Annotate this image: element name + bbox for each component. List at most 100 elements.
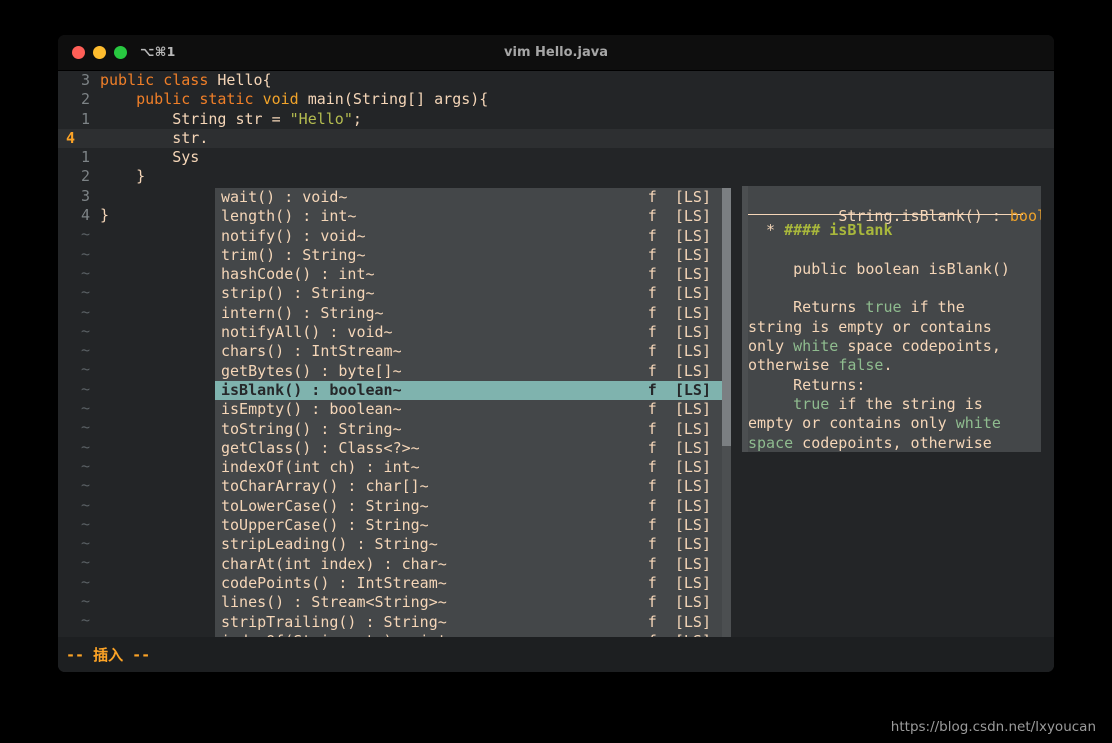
completion-item-label: intern() : String~	[221, 303, 384, 322]
completion-item-label: getBytes() : byte[]~	[221, 361, 402, 380]
completion-item[interactable]: notify() : void~ f [LS]	[215, 227, 731, 246]
completion-item-label: toString() : String~	[221, 419, 402, 438]
code-token: "Hello"	[289, 109, 353, 128]
doc-line	[748, 279, 1041, 298]
code-token: str.	[100, 128, 209, 147]
completion-item-label: chars() : IntStream~	[221, 342, 402, 361]
completion-item[interactable]: notifyAll() : void~ f [LS]	[215, 323, 731, 342]
line-number: 1	[80, 109, 90, 128]
completion-item-label: toLowerCase() : String~	[221, 496, 429, 515]
line-number: 1	[80, 148, 90, 167]
tilde-marker: ~	[80, 534, 90, 553]
terminal-body[interactable]: 3 public class Hello{2 public static void…	[58, 71, 1054, 672]
tilde-marker: ~	[80, 456, 90, 475]
tilde-marker: ~	[80, 418, 90, 437]
tilde-marker: ~	[80, 244, 90, 263]
doc-line: public boolean isBlank()	[748, 260, 1041, 279]
completion-item[interactable]: isBlank() : boolean~ f [LS]	[215, 380, 731, 401]
completion-scrollbar[interactable]	[722, 188, 731, 672]
terminal-window: ⌥⌘1 vim Hello.java 3 public class Hello{2…	[58, 35, 1054, 672]
completion-item[interactable]: toLowerCase() : String~ f [LS]	[215, 497, 731, 516]
completion-item-kind: f [LS]	[647, 323, 711, 342]
completion-item-label: lines() : Stream<String>~	[221, 593, 447, 612]
tilde-marker: ~	[80, 263, 90, 282]
completion-item-label: stripTrailing() : String~	[221, 612, 447, 631]
completion-item[interactable]: codePoints() : IntStream~ f [LS]	[215, 574, 731, 593]
completion-item-kind: f [LS]	[647, 188, 711, 206]
completion-item-label: notifyAll() : void~	[221, 323, 393, 342]
completion-item[interactable]: trim() : String~ f [LS]	[215, 246, 731, 265]
completion-item-kind: f [LS]	[647, 342, 711, 361]
completion-item-label: notify() : void~	[221, 226, 366, 245]
completion-item[interactable]: isEmpty() : boolean~ f [LS]	[215, 400, 731, 419]
doc-token: Returns	[748, 298, 866, 317]
doc-token: Returns:	[748, 375, 866, 394]
completion-item-label: indexOf(int ch) : int~	[221, 458, 420, 477]
completion-item[interactable]: toCharArray() : char[]~ f [LS]	[215, 477, 731, 496]
completion-item-label: charAt(int index) : char~	[221, 554, 447, 573]
doc-token: empty or contains only	[748, 414, 956, 433]
code-token: Hello{	[217, 71, 272, 89]
completion-item-kind: f [LS]	[647, 245, 711, 264]
completion-item-label: wait() : void~	[221, 188, 348, 206]
completion-item[interactable]: strip() : String~ f [LS]	[215, 284, 731, 303]
tilde-marker: ~	[80, 321, 90, 340]
completion-item-kind: f [LS]	[647, 226, 711, 245]
completion-item[interactable]: chars() : IntStream~ f [LS]	[215, 342, 731, 361]
completion-item[interactable]: toString() : String~ f [LS]	[215, 420, 731, 439]
completion-item[interactable]: getClass() : Class<?>~ f [LS]	[215, 439, 731, 458]
completion-item-kind: f [LS]	[647, 303, 711, 322]
code-token: void	[262, 90, 308, 109]
doc-token: space	[748, 433, 794, 452]
doc-line: only white space codepoints,	[748, 337, 1041, 356]
completion-item-label: isEmpty() : boolean~	[221, 400, 402, 419]
line-number: 4	[80, 206, 90, 225]
tilde-marker: ~	[80, 437, 90, 456]
completion-item[interactable]: charAt(int index) : char~ f [LS]	[215, 555, 731, 574]
completion-scrollbar-thumb[interactable]	[722, 188, 731, 446]
completion-item[interactable]: getBytes() : byte[]~ f [LS]	[215, 362, 731, 381]
tilde-marker: ~	[80, 514, 90, 533]
completion-item[interactable]: toUpperCase() : String~ f [LS]	[215, 516, 731, 535]
doc-token: public boolean isBlank()	[748, 259, 1010, 278]
completion-item-kind: f [LS]	[647, 458, 711, 477]
completion-item-kind: f [LS]	[647, 400, 711, 419]
tilde-marker: ~	[80, 225, 90, 244]
tilde-marker: ~	[80, 341, 90, 360]
completion-popup[interactable]: wait() : void~ f [LS] length() : int~ f [LS…	[215, 188, 731, 672]
doc-token: true	[793, 394, 830, 413]
completion-item[interactable]: stripTrailing() : String~ f [LS]	[215, 613, 731, 632]
completion-item[interactable]: length() : int~ f [LS]	[215, 207, 731, 226]
completion-item[interactable]: lines() : Stream<String>~ f [LS]	[215, 593, 731, 612]
completion-item-kind: f [LS]	[647, 380, 711, 399]
completion-item-label: isBlank() : boolean~	[221, 380, 402, 399]
completion-item-kind: f [LS]	[647, 496, 711, 515]
completion-item[interactable]: intern() : String~ f [LS]	[215, 304, 731, 323]
doc-token: if the	[901, 298, 965, 317]
code-token: main(String[] args){	[307, 90, 489, 109]
line-number: 2	[80, 167, 90, 186]
doc-token: .	[883, 356, 893, 375]
doc-panel-scrollbar[interactable]	[742, 186, 748, 452]
completion-item[interactable]: wait() : void~ f [LS]	[215, 188, 731, 207]
completion-item[interactable]: stripLeading() : String~ f [LS]	[215, 535, 731, 554]
editor-line: 4 str.	[58, 128, 1054, 149]
editor-line: 3 public class Hello{	[58, 71, 1054, 90]
completion-item-label: codePoints() : IntStream~	[221, 573, 447, 592]
completion-item-label: stripLeading() : String~	[221, 535, 438, 554]
completion-item-list[interactable]: wait() : void~ f [LS] length() : int~ f [LS…	[215, 188, 731, 670]
doc-token: white	[955, 414, 1001, 433]
tilde-marker: ~	[80, 360, 90, 379]
doc-line: string is empty or contains	[748, 318, 1041, 337]
doc-token: white	[793, 337, 839, 356]
completion-item-kind: f [LS]	[647, 265, 711, 284]
completion-item-label: trim() : String~	[221, 245, 366, 264]
completion-item[interactable]: indexOf(int ch) : int~ f [LS]	[215, 458, 731, 477]
doc-token: true	[865, 298, 902, 317]
completion-item-kind: f [LS]	[647, 516, 711, 535]
completion-item[interactable]: hashCode() : int~ f [LS]	[215, 265, 731, 284]
vim-status-line: -- 插入 --	[58, 637, 1054, 672]
tilde-marker: ~	[80, 495, 90, 514]
doc-token	[748, 395, 793, 413]
